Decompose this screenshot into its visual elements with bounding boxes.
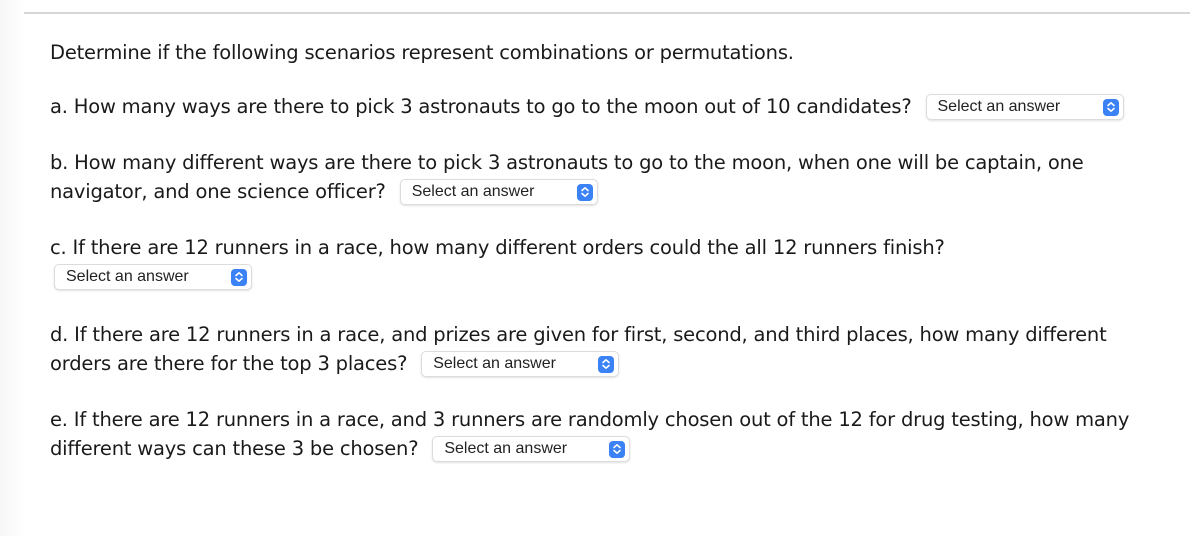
answer-select-b-value: Select an answer — [411, 183, 535, 200]
answer-select-a[interactable]: Select an answer — [925, 94, 1124, 120]
question-b: b. How many different ways are there to … — [50, 148, 1160, 206]
question-set: Determine if the following scenarios rep… — [50, 38, 1160, 490]
question-c-text: c. If there are 12 runners in a race, ho… — [50, 236, 945, 259]
up-down-chevron-icon — [576, 183, 593, 201]
up-down-chevron-icon — [1102, 98, 1119, 116]
answer-select-e[interactable]: Select an answer — [432, 436, 631, 462]
question-e: e. If there are 12 runners in a race, an… — [50, 405, 1160, 463]
left-edge-shade — [0, 0, 24, 536]
answer-select-b[interactable]: Select an answer — [399, 179, 598, 205]
instructions: Determine if the following scenarios rep… — [50, 41, 794, 64]
up-down-chevron-icon — [598, 355, 615, 373]
question-c: c. If there are 12 runners in a race, ho… — [50, 233, 1160, 290]
answer-select-e-value: Select an answer — [444, 440, 568, 457]
question-d: d. If there are 12 runners in a race, an… — [50, 320, 1160, 378]
up-down-chevron-icon — [231, 268, 247, 286]
answer-select-d-value: Select an answer — [433, 355, 556, 372]
question-a: a. How many ways are there to pick 3 ast… — [50, 92, 1160, 121]
answer-select-c[interactable]: Select an answer — [54, 264, 252, 290]
up-down-chevron-icon — [609, 440, 626, 458]
answer-select-c-value: Select an answer — [66, 268, 189, 285]
question-a-text: a. How many ways are there to pick 3 ast… — [50, 95, 912, 118]
answer-select-a-value: Select an answer — [937, 98, 1061, 115]
top-divider — [24, 12, 1190, 14]
answer-select-d[interactable]: Select an answer — [421, 351, 620, 377]
